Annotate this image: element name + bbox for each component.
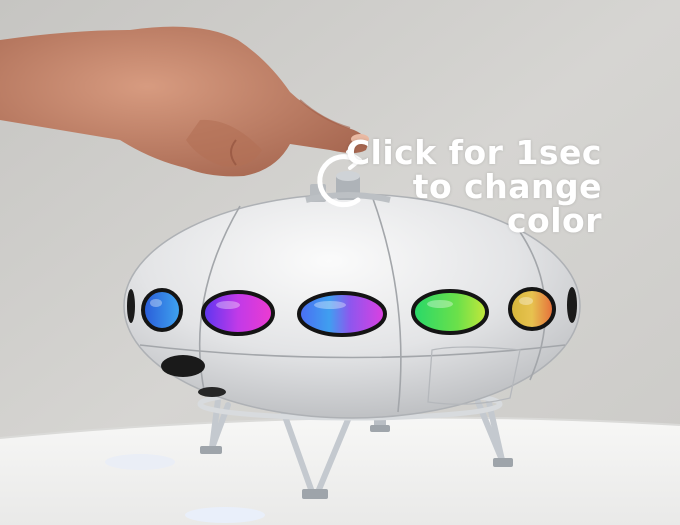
product-photo: [0, 0, 680, 525]
instruction-caption: Click for 1sec to change color: [272, 136, 602, 238]
caption-line-2: to change: [412, 167, 602, 206]
caption-line-3: color: [507, 201, 602, 240]
caption-line-1: Click for 1sec: [345, 133, 602, 172]
